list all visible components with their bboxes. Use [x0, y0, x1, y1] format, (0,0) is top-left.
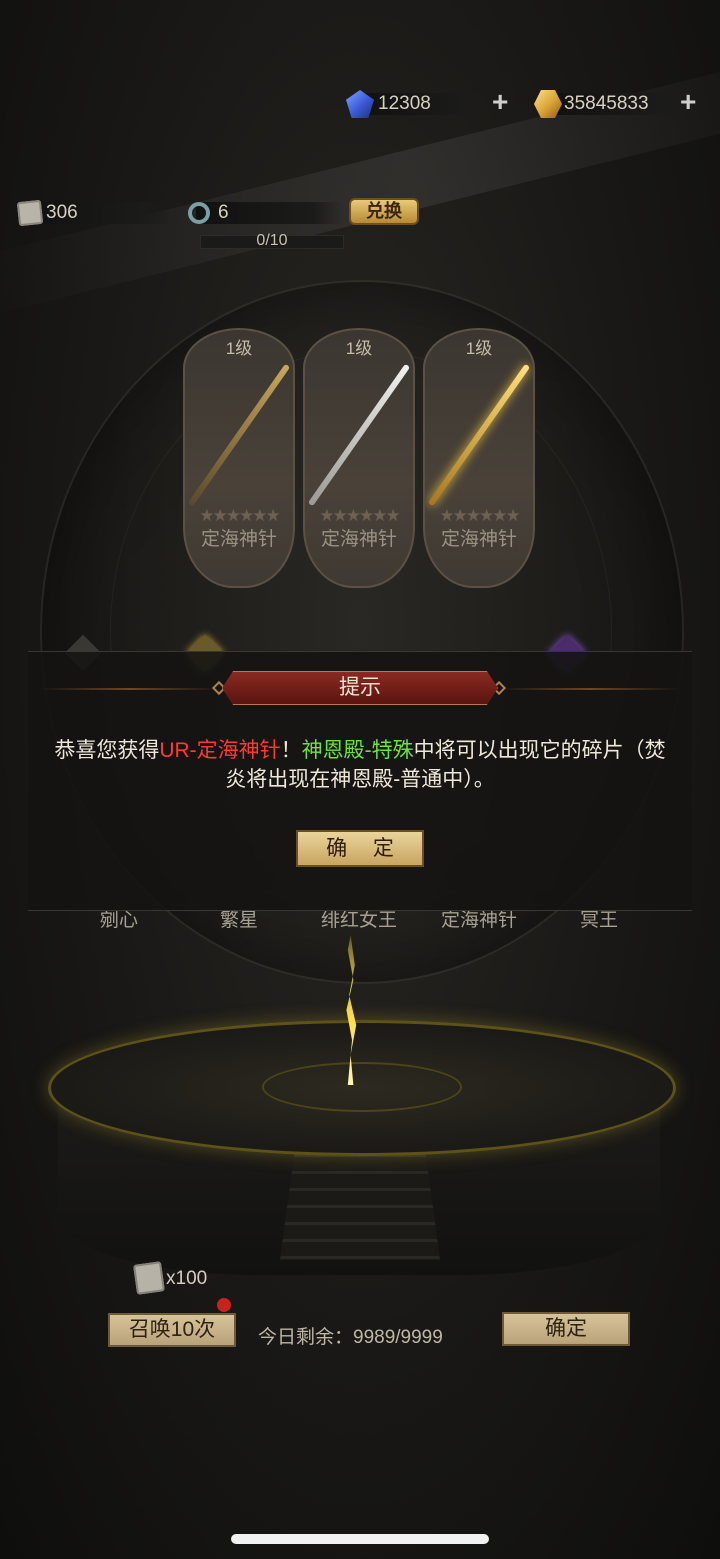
dialog-title: 提示	[222, 671, 498, 705]
remaining-count: 今日剩余：9989/9999	[258, 1327, 443, 1348]
card-stars: ★★★★★★	[199, 506, 280, 525]
summon-10-button[interactable]: 召唤10次	[108, 1313, 236, 1347]
card-stars: ★★★★★★	[439, 506, 520, 525]
reward-card-2[interactable]: 1级 ★★★★★★ 定海神针	[303, 328, 415, 588]
card-name: 定海神针	[440, 529, 517, 550]
light-streak	[0, 42, 720, 318]
sparkling-staff-icon	[427, 363, 531, 507]
ring-count: 6	[218, 202, 229, 223]
confirm-button[interactable]: 确定	[502, 1312, 630, 1346]
card-name: 定海神针	[200, 529, 277, 550]
notification-dot	[217, 1298, 231, 1312]
card-level: 1级	[345, 339, 373, 358]
golden-staff-icon	[187, 363, 291, 507]
card-level: 1级	[465, 339, 493, 358]
card-stars: ★★★★★★	[319, 506, 400, 525]
msg-item: UR-定海神针	[159, 739, 281, 762]
dialog-divider-right	[500, 688, 680, 690]
diamond-amount: 12308	[378, 93, 431, 114]
summon-scroll-icon	[133, 1261, 165, 1295]
dialog-confirm-button[interactable]: 确 定	[296, 830, 424, 867]
dialog-divider-left	[40, 688, 220, 690]
scroll-count: 306	[46, 202, 78, 223]
reward-card-3[interactable]: 1级 ★★★★★★ 定海神针	[423, 328, 535, 588]
ring-token-icon	[188, 202, 210, 224]
msg-prefix: 恭喜您获得	[54, 739, 160, 762]
exchange-button[interactable]: 兑换	[349, 198, 419, 225]
dialog-message: 恭喜您获得UR-定海神针！神恩殿-特殊中将可以出现它的碎片（焚炎将出现在神恩殿-…	[50, 736, 670, 794]
add-gold-button[interactable]: +	[680, 88, 696, 116]
add-diamond-button[interactable]: +	[492, 88, 508, 116]
silver-staff-icon	[307, 363, 411, 507]
reward-card-1[interactable]: 1级 ★★★★★★ 定海神针	[183, 328, 295, 588]
summon-scroll-icon	[16, 199, 44, 227]
altar-inner-ring	[262, 1062, 462, 1112]
gold-amount: 35845833	[564, 93, 649, 114]
msg-mid: ！	[280, 739, 302, 762]
altar-stairs	[280, 1140, 440, 1260]
exchange-progress-text: 0/10	[256, 232, 288, 249]
msg-location: 神恩殿-特殊	[301, 739, 414, 762]
summon-cost: x100	[166, 1268, 208, 1289]
card-level: 1级	[225, 339, 253, 358]
card-name: 定海神针	[320, 529, 397, 550]
home-indicator[interactable]	[231, 1534, 489, 1544]
